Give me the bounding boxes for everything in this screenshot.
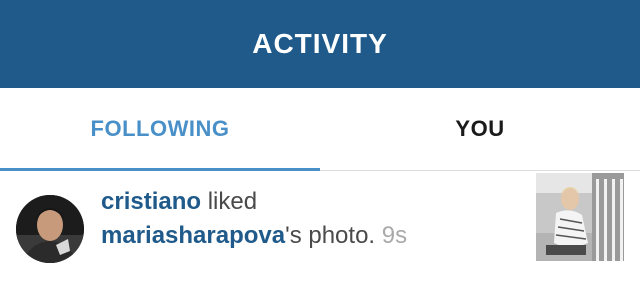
header-bar: ACTIVITY [0, 0, 640, 88]
tab-following[interactable]: FOLLOWING [0, 88, 320, 170]
target-username[interactable]: mariasharapova [101, 222, 285, 249]
object-text: 's photo. [285, 222, 376, 249]
actor-username[interactable]: cristiano [101, 188, 201, 215]
activity-text: cristiano liked mariasharapova's photo. … [101, 185, 521, 253]
page-title: ACTIVITY [252, 28, 388, 59]
photo-thumbnail[interactable] [536, 173, 624, 261]
avatar-image [16, 195, 84, 263]
action-text: liked [207, 188, 258, 215]
tab-bar: FOLLOWING YOU [0, 88, 640, 171]
activity-item[interactable]: cristiano liked mariasharapova's photo. … [0, 171, 640, 284]
timestamp: 9s [381, 222, 408, 249]
avatar[interactable] [16, 195, 84, 263]
photo-image [536, 173, 624, 261]
tab-you[interactable]: YOU [320, 88, 640, 170]
